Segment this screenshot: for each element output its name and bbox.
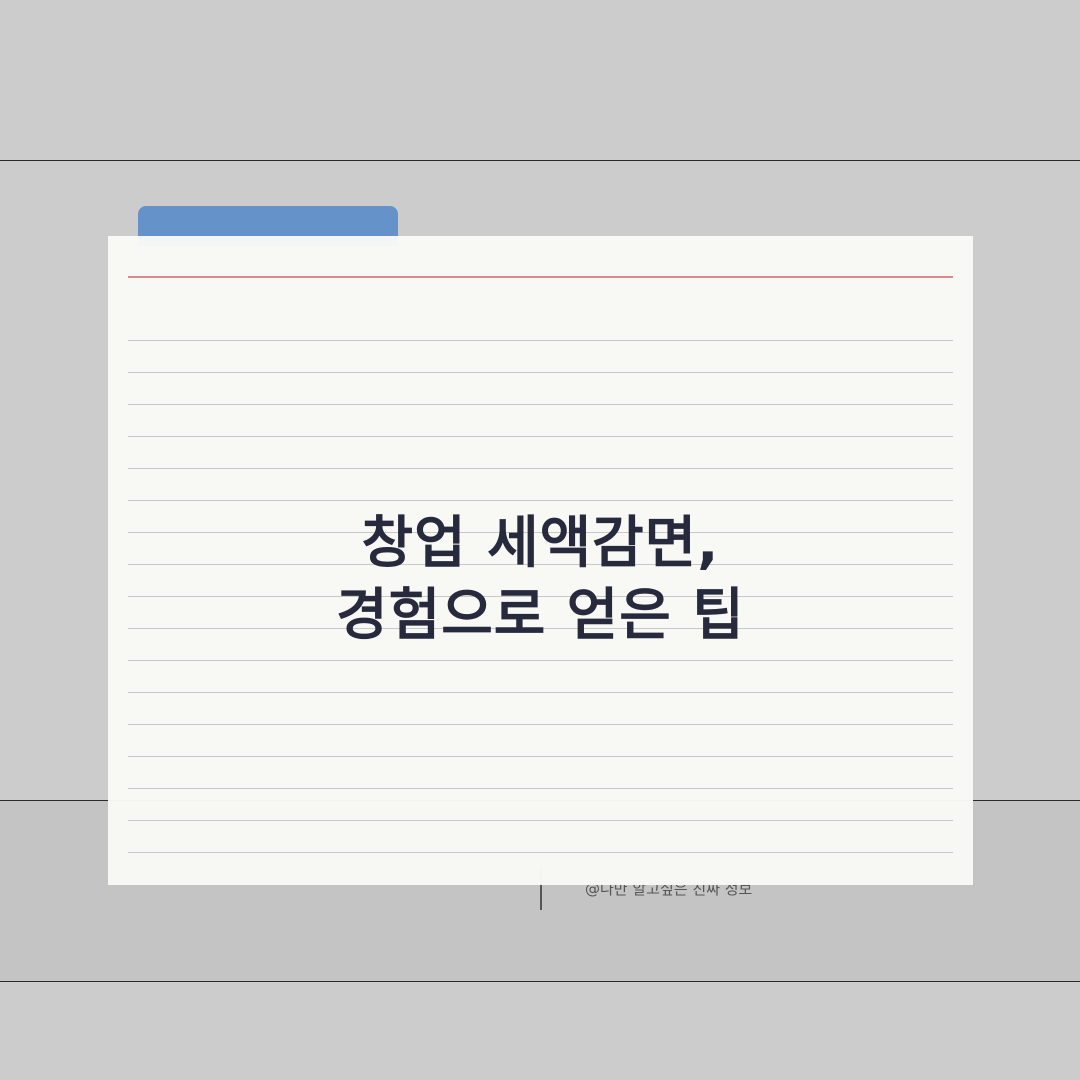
notepad-card: 창업 세액감면, 경험으로 얻은 팁: [108, 236, 973, 885]
bottom-band-bottom-line: [0, 981, 1080, 982]
ruled-line: [128, 724, 953, 725]
ruled-line: [128, 692, 953, 693]
margin-line: [128, 276, 953, 278]
ruled-line: [128, 500, 953, 501]
ruled-line: [128, 468, 953, 469]
ruled-line: [128, 788, 953, 789]
ruled-line: [128, 852, 953, 853]
ruled-line: [128, 756, 953, 757]
ruled-line: [128, 404, 953, 405]
top-divider-line: [0, 160, 1080, 161]
ruled-line: [128, 436, 953, 437]
ruled-line: [128, 660, 953, 661]
title-line-2: 경험으로 얻은 팁: [336, 583, 745, 648]
ruled-line: [128, 372, 953, 373]
page-title: 창업 세액감면, 경험으로 얻은 팁: [108, 508, 973, 652]
title-line-1: 창업 세액감면,: [361, 511, 720, 576]
ruled-line: [128, 340, 953, 341]
ruled-line: [128, 820, 953, 821]
